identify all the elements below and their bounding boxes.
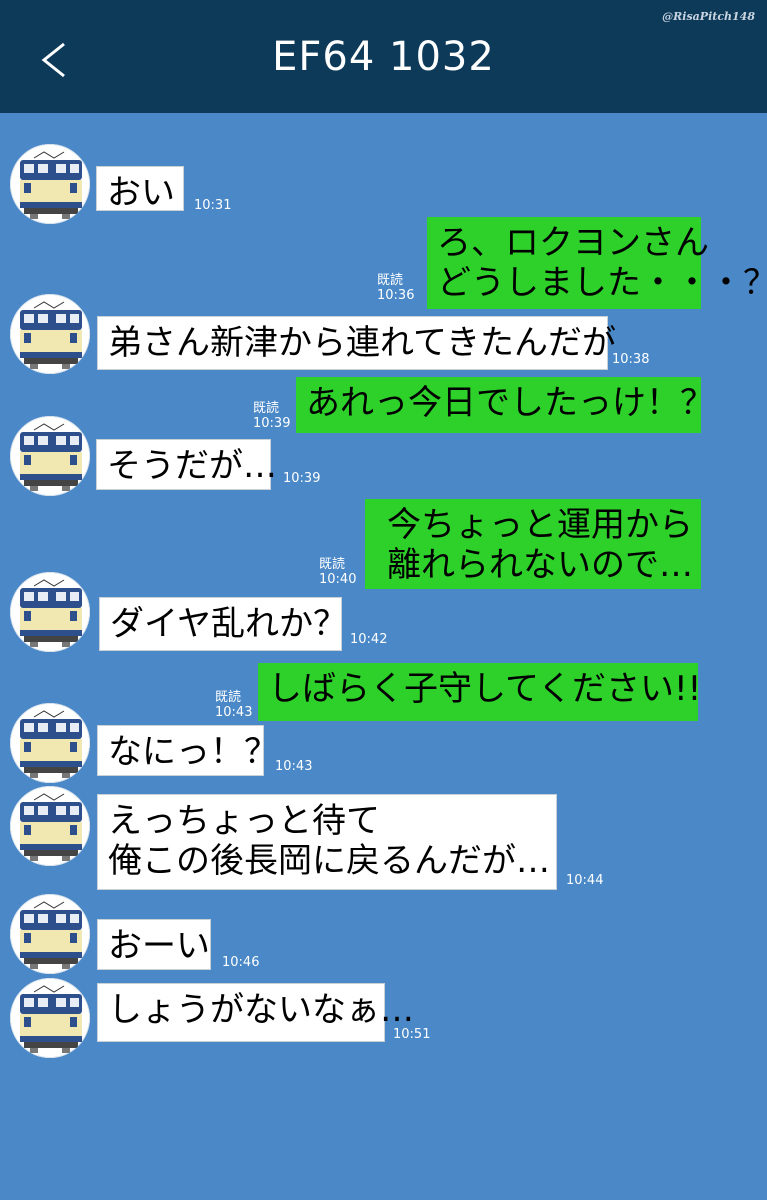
message-time: 10:31 (194, 198, 232, 213)
locomotive-avatar-image (11, 787, 89, 865)
outgoing-message-bubble[interactable]: ろ、ロクヨンさん どうしました・・・？ (427, 217, 767, 309)
outgoing-message-bubble[interactable]: あれっ今日でしたっけ！？ (296, 377, 714, 433)
message-time: 10:43 (275, 759, 313, 774)
locomotive-avatar-image (11, 573, 89, 651)
message-time: 10:46 (222, 955, 260, 970)
message-time: 10:51 (393, 1027, 431, 1042)
incoming-message-bubble[interactable]: なにっ！？ (97, 725, 278, 776)
outgoing-message-bubble[interactable]: 今ちょっと運用から 離れられないので… (365, 499, 701, 589)
message-time: 10:39 (253, 416, 291, 431)
avatar[interactable] (10, 572, 90, 652)
outgoing-message-bubble[interactable]: しばらく子守してください!! (258, 663, 701, 721)
message-time: 10:39 (283, 471, 321, 486)
message-time: 10:44 (566, 873, 604, 888)
read-receipt: 既読 (215, 690, 242, 705)
avatar[interactable] (10, 978, 90, 1058)
message-time: 10:40 (319, 572, 357, 587)
incoming-message-bubble[interactable]: しょうがないなぁ… (97, 983, 414, 1042)
read-receipt: 既読 (253, 401, 280, 416)
incoming-message-bubble[interactable]: ダイヤ乱れか？ (99, 597, 347, 651)
avatar[interactable] (10, 294, 90, 374)
watermark: @RisaPitch148 (662, 10, 755, 23)
read-receipt: 既読 (319, 557, 346, 572)
avatar[interactable] (10, 703, 90, 783)
locomotive-avatar-image (11, 895, 89, 973)
avatar[interactable] (10, 786, 90, 866)
incoming-message-bubble[interactable]: そうだが… (96, 439, 277, 490)
locomotive-avatar-image (11, 979, 89, 1057)
incoming-message-bubble[interactable]: 弟さん新津から連れてきたんだが (97, 316, 616, 370)
incoming-message-bubble[interactable]: おい (96, 166, 184, 213)
locomotive-avatar-image (11, 704, 89, 782)
incoming-message-bubble[interactable]: おーい (97, 919, 211, 970)
chat-title: EF64 1032 (272, 34, 495, 80)
message-time: 10:42 (350, 632, 388, 647)
message-time: 10:43 (215, 705, 253, 720)
message-time: 10:38 (612, 352, 650, 367)
locomotive-avatar-image (11, 417, 89, 495)
incoming-message-bubble[interactable]: えっちょっと待て 俺この後長岡に戻るんだが… (97, 794, 557, 890)
chat-header: EF64 1032 @RisaPitch148 (0, 0, 767, 113)
message-time: 10:36 (377, 288, 415, 303)
avatar[interactable] (10, 144, 90, 224)
locomotive-avatar-image (11, 295, 89, 373)
avatar[interactable] (10, 894, 90, 974)
avatar[interactable] (10, 416, 90, 496)
read-receipt: 既読 (377, 273, 404, 288)
locomotive-avatar-image (11, 145, 89, 223)
